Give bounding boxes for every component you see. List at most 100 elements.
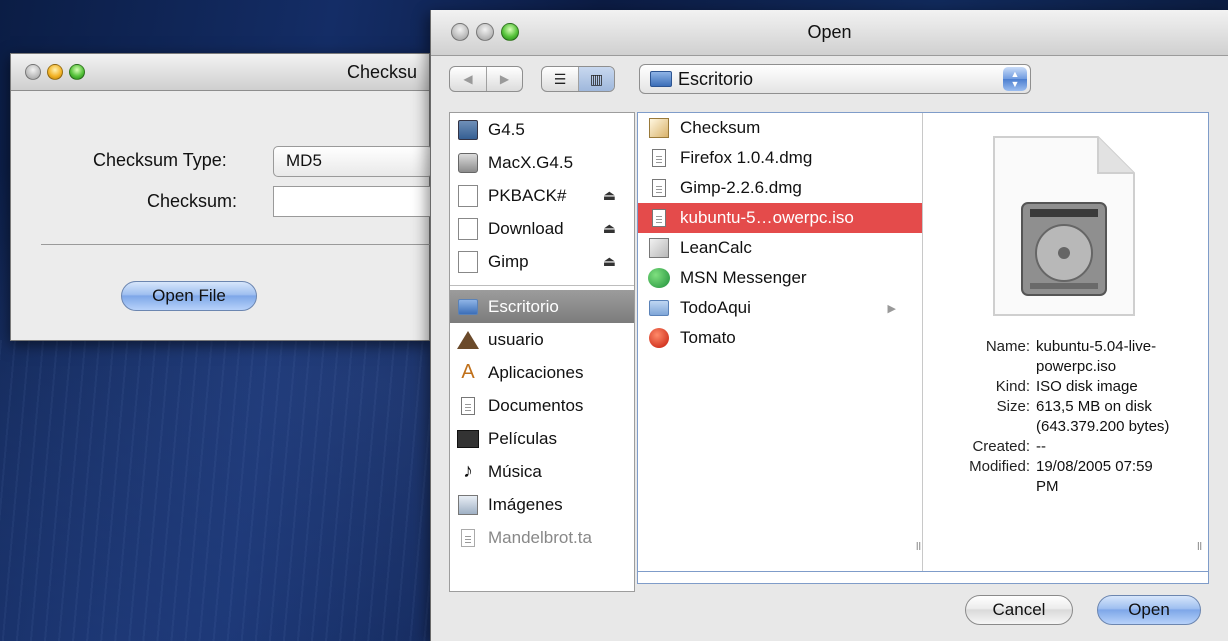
open-dialog-titlebar[interactable]: Open [431,10,1228,56]
eject-icon[interactable]: ⏏ [603,220,616,237]
disk-image-preview-icon [993,136,1135,316]
sidebar-item-usuario[interactable]: usuario [450,323,634,356]
horizontal-scrollbar[interactable] [637,572,1209,584]
file-name: kubuntu-5…owerpc.iso [680,208,854,227]
document-icon [648,207,670,229]
file-name: LeanCalc [680,238,752,257]
file-name: Checksum [680,118,761,137]
app-icon [648,117,670,139]
back-button[interactable]: ◀ [450,67,486,91]
location-popup[interactable]: Escritorio ▲ ▼ [639,64,1031,94]
file-row-leancalc[interactable]: LeanCalc [638,233,922,263]
open-file-button[interactable]: Open File [121,281,257,311]
sidebar-item-label: Download [488,218,564,238]
info-size-value-2: (643.379.200 bytes) [1036,418,1170,435]
open-button[interactable]: Open [1097,595,1201,625]
sidebar-item-mandelbrot[interactable]: Mandelbrot.ta [450,521,634,554]
file-name: Tomato [680,328,736,347]
sidebar-item-musica[interactable]: ♪ Música [450,455,634,488]
sidebar-item-label: MacX.G4.5 [488,152,574,172]
sidebar-item-documentos[interactable]: Documentos [450,389,634,422]
sidebar-item-label: Películas [488,428,557,448]
file-row-todoaqui[interactable]: TodoAqui ▶ [638,293,922,323]
sidebar-divider [450,278,634,286]
file-name: Gimp-2.2.6.dmg [680,178,802,197]
open-dialog: Open ◀ ▶ ☰ ▥ Escritorio ▲ ▼ G4.5 MacX.G4.… [430,10,1228,641]
sidebar-item-aplicaciones[interactable]: A Aplicaciones [450,356,634,389]
disk-icon [456,250,480,273]
info-created-value: -- [1036,438,1046,455]
file-row-kubuntu-iso[interactable]: kubuntu-5…owerpc.iso [638,203,922,233]
sidebar-item-label: Imágenes [488,494,563,514]
view-mode-buttons: ☰ ▥ [541,66,615,92]
disk-icon [456,184,480,207]
checksum-window: Checksu Checksum Type: MD5 Checksum: Ope… [10,53,433,341]
close-button[interactable] [25,64,41,80]
column-resize-grip-icon[interactable]: ll [1197,541,1202,553]
info-modified-key: Modified: [969,458,1030,475]
sidebar-item-macx-g4-5[interactable]: MacX.G4.5 [450,146,634,179]
computer-icon [456,119,480,141]
minimize-button[interactable] [47,64,63,80]
music-icon: ♪ [463,460,473,482]
pictures-icon [456,494,480,516]
disclosure-arrow-icon: ▶ [887,302,896,315]
separator [41,244,431,245]
sidebar-item-peliculas[interactable]: Películas [450,422,634,455]
file-row-checksum[interactable]: Checksum [638,113,922,143]
sidebar-item-label: Escritorio [488,296,559,316]
file-row-tomato[interactable]: Tomato [638,323,922,353]
document-icon [648,177,670,199]
file-name: MSN Messenger [680,268,807,287]
sidebar: G4.5 MacX.G4.5 PKBACK# ⏏ Download ⏏ Gimp… [449,112,635,592]
info-name-value-2: powerpc.iso [1036,358,1117,375]
file-info: Name: kubuntu-5.04-live- powerpc.iso Kin… [924,337,1208,497]
file-column: Checksum Firefox 1.0.4.dmg Gimp-2.2.6.dm… [638,113,923,571]
sidebar-item-pkback[interactable]: PKBACK# ⏏ [450,179,634,212]
info-size-value-1: 613,5 MB on disk [1036,398,1152,415]
file-row-msn-messenger[interactable]: MSN Messenger [638,263,922,293]
movies-icon [456,428,480,450]
sidebar-item-g4-5[interactable]: G4.5 [450,113,634,146]
sidebar-item-label: usuario [488,329,544,349]
home-icon [456,329,480,351]
checksum-field[interactable] [273,186,433,217]
sidebar-item-imagenes[interactable]: Imágenes [450,488,634,521]
checksum-window-titlebar[interactable]: Checksu [11,54,429,91]
window-controls [25,64,85,80]
checksum-type-select[interactable]: MD5 [273,146,433,177]
sidebar-item-label: Música [488,461,542,481]
navigation-buttons: ◀ ▶ [449,66,523,92]
wallpaper-streaks [0,340,430,641]
checksum-type-label: Checksum Type: [93,150,227,170]
file-name: TodoAqui [680,298,751,317]
forward-button[interactable]: ▶ [486,67,522,91]
sidebar-item-label: Mandelbrot.ta [488,527,592,547]
documents-icon [456,395,480,417]
zoom-button[interactable] [69,64,85,80]
desktop-folder-icon [456,296,480,318]
applications-icon: A [461,361,475,383]
folder-icon [648,297,670,319]
file-row-gimp-dmg[interactable]: Gimp-2.2.6.dmg [638,173,922,203]
cancel-button[interactable]: Cancel [965,595,1073,625]
file-row-firefox-dmg[interactable]: Firefox 1.0.4.dmg [638,143,922,173]
list-view-icon: ☰ [553,70,567,87]
file-name: Firefox 1.0.4.dmg [680,148,813,167]
sidebar-item-gimp[interactable]: Gimp ⏏ [450,245,634,278]
eject-icon[interactable]: ⏏ [603,187,616,204]
info-size-key: Size: [996,398,1030,415]
sidebar-item-escritorio[interactable]: Escritorio [450,290,634,323]
window-title: Checksu [347,62,418,82]
eject-icon[interactable]: ⏏ [603,253,616,270]
info-modified-value-2: PM [1036,478,1059,495]
back-arrow-icon: ◀ [463,72,473,86]
column-resize-grip-icon[interactable]: ll [916,541,921,553]
column-view-button[interactable]: ▥ [578,67,614,91]
info-created-key: Created: [972,438,1030,455]
preview-column: Name: kubuntu-5.04-live- powerpc.iso Kin… [924,113,1208,571]
info-kind-key: Kind: [995,378,1030,395]
info-name-key: Name: [985,338,1030,355]
list-view-button[interactable]: ☰ [542,67,578,91]
sidebar-item-download[interactable]: Download ⏏ [450,212,634,245]
